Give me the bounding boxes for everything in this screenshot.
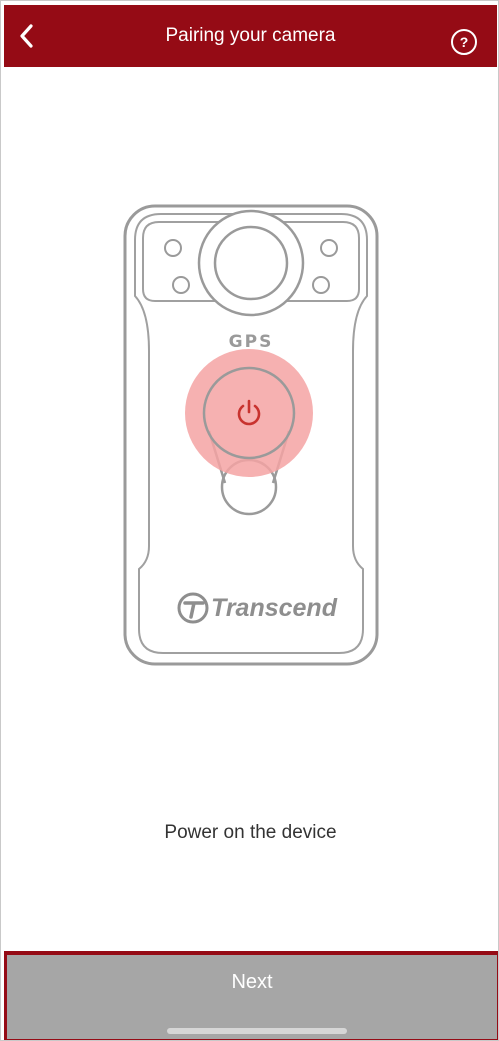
back-button[interactable] bbox=[10, 19, 44, 53]
ir-light-left-top bbox=[164, 239, 182, 257]
navigation-bar: Pairing your camera ? bbox=[4, 5, 497, 67]
app-screen: Pairing your camera ? GPS Transcend Powe… bbox=[0, 0, 499, 1041]
lens-inner bbox=[213, 225, 289, 301]
ir-light-left-bottom bbox=[172, 276, 190, 294]
page-title: Pairing your camera bbox=[165, 25, 336, 46]
instruction-text: Power on the device bbox=[164, 822, 337, 843]
question-circle-icon: ? bbox=[459, 34, 469, 50]
home-indicator[interactable] bbox=[167, 1028, 347, 1034]
transcend-logo-icon bbox=[177, 592, 209, 624]
chevron-left-icon bbox=[20, 24, 33, 48]
next-button[interactable]: Next bbox=[7, 955, 497, 1011]
brand-label: Transcend bbox=[211, 594, 338, 622]
help-button[interactable]: ? bbox=[451, 29, 477, 55]
bottom-bar: Next bbox=[4, 951, 498, 1040]
ir-light-right-top bbox=[320, 239, 338, 257]
camera-illustration: GPS Transcend bbox=[123, 204, 379, 666]
gps-label: GPS bbox=[229, 332, 274, 352]
ir-light-right-bottom bbox=[312, 276, 330, 294]
